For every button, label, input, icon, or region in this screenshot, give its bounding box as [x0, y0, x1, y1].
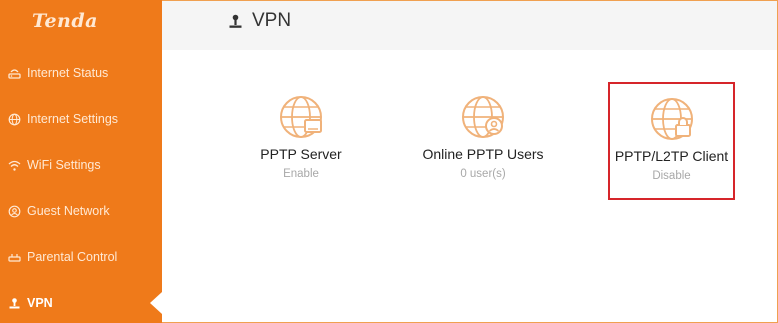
- globe-server-icon: [280, 96, 322, 138]
- globe-lock-icon: [650, 98, 693, 140]
- globe-icon: [8, 113, 21, 126]
- router-icon: [8, 67, 21, 80]
- wifi-icon: [8, 159, 21, 172]
- online-pptp-users-card[interactable]: Online PPTP Users 0 user(s): [420, 82, 546, 200]
- sidebar-item-label: Parental Control: [27, 250, 118, 264]
- parental-control-icon: [8, 251, 21, 264]
- globe-user-icon: [462, 96, 504, 138]
- sidebar-item-internet-status[interactable]: Internet Status: [0, 50, 162, 96]
- sidebar-item-guest-network[interactable]: Guest Network: [0, 188, 162, 234]
- card-status: Enable: [283, 168, 319, 180]
- pptp-l2tp-client-card[interactable]: PPTP/L2TP Client Disable: [608, 82, 735, 200]
- card-title: PPTP Server: [260, 146, 342, 162]
- pptp-server-card[interactable]: PPTP Server Enable: [238, 82, 364, 200]
- vpn-icon: [8, 297, 21, 310]
- sidebar-item-internet-settings[interactable]: Internet Settings: [0, 96, 162, 142]
- sidebar-item-vpn[interactable]: VPN: [0, 280, 162, 323]
- sidebar-item-label: Internet Settings: [27, 112, 119, 126]
- sidebar-item-parental-control[interactable]: Parental Control: [0, 234, 162, 280]
- sidebar-item-label: VPN: [27, 296, 53, 310]
- sidebar-item-label: WiFi Settings: [27, 158, 101, 172]
- sidebar-item-label: Internet Status: [27, 66, 109, 80]
- sidebar: Tenda Internet Status Internet Settings …: [0, 0, 162, 323]
- sidebar-item-label: Guest Network: [27, 204, 110, 218]
- card-title: PPTP/L2TP Client: [614, 148, 729, 164]
- active-item-pointer: [150, 292, 162, 314]
- page-title-text: VPN: [252, 10, 292, 31]
- guest-icon: [8, 205, 21, 218]
- card-title: Online PPTP Users: [422, 146, 544, 162]
- page-header: VPN: [162, 1, 777, 50]
- page-title: VPN: [228, 10, 291, 32]
- card-status: Disable: [652, 170, 691, 182]
- brand-logo: Tenda: [32, 10, 98, 32]
- sidebar-item-wifi-settings[interactable]: WiFi Settings: [0, 142, 162, 188]
- card-status: 0 user(s): [460, 168, 506, 180]
- vpn-icon: [228, 13, 243, 30]
